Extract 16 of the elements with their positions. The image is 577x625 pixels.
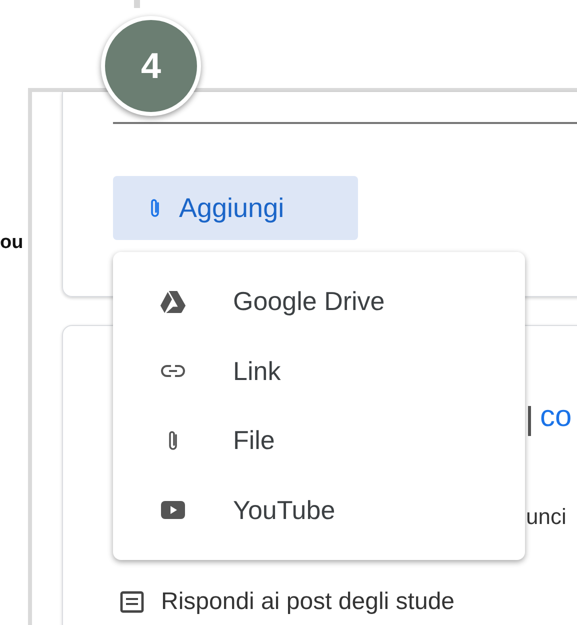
play-icon — [161, 501, 185, 520]
triangle-icon — [160, 290, 186, 313]
add-button[interactable]: Aggiungi — [113, 176, 358, 240]
menu-item[interactable]: YouTube — [113, 476, 525, 545]
menu-item[interactable]: File — [113, 406, 525, 476]
menu-item[interactable]: Google Drive — [113, 267, 525, 336]
paperclip-icon — [167, 428, 179, 453]
frame-border — [134, 0, 140, 8]
card-heading: co — [540, 400, 572, 434]
link-icon — [161, 365, 185, 378]
menu-item[interactable]: Link — [113, 336, 525, 406]
comment-icon — [119, 591, 145, 613]
card-text: unci — [526, 504, 566, 530]
background-text: ou — [0, 232, 24, 254]
option-label: Rispondi ai post degli stude — [161, 588, 455, 616]
paperclip-icon — [149, 197, 161, 219]
